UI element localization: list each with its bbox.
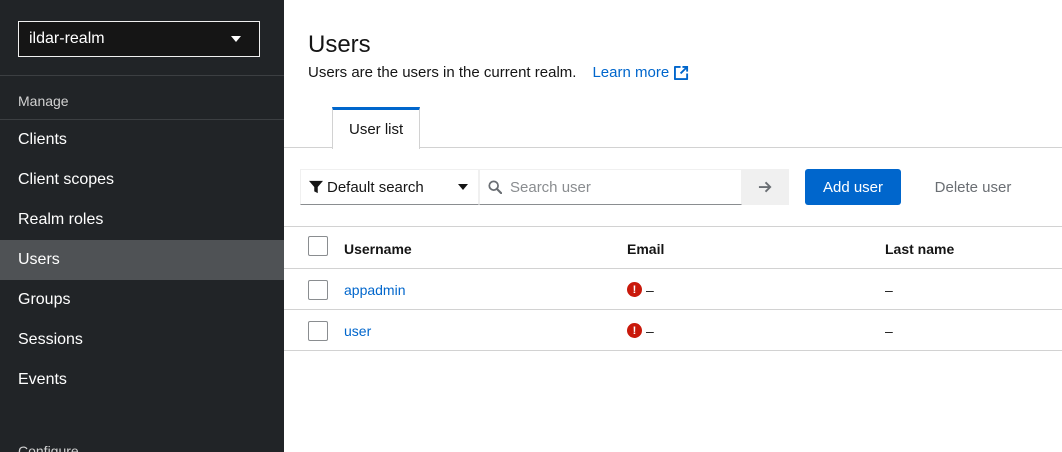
username-link[interactable]: user (344, 310, 371, 351)
column-header-last-name[interactable]: Last name (885, 227, 954, 271)
users-table: Username Email Last name appadmin ! – – … (284, 226, 1062, 351)
search-type-dropdown[interactable]: Default search (300, 169, 479, 205)
realm-name: ildar-realm (29, 30, 105, 47)
email-cell: ! – (627, 269, 654, 310)
caret-down-icon (458, 184, 468, 190)
page-title: Users (308, 31, 371, 58)
sidebar: ildar-realm Manage Clients Client scopes… (0, 0, 284, 452)
main-content: Users Users are the users in the current… (284, 0, 1062, 452)
column-header-username[interactable]: Username (344, 227, 412, 271)
last-name-cell: – (885, 322, 893, 339)
search-input[interactable] (510, 178, 730, 196)
table-row: user ! – – (284, 310, 1062, 351)
divider (0, 75, 284, 76)
sidebar-item-users[interactable]: Users (0, 240, 284, 280)
table-row: appadmin ! – – (284, 269, 1062, 310)
row-checkbox[interactable] (308, 321, 328, 341)
tabs: User list (284, 107, 1062, 149)
search-type-label: Default search (327, 178, 424, 196)
toolbar: Default search Add user Delete user (300, 169, 1060, 205)
column-header-email[interactable]: Email (627, 227, 664, 271)
nav-list: Clients Client scopes Realm roles Users … (0, 120, 284, 400)
email-cell: ! – (627, 310, 654, 351)
learn-more-link[interactable]: Learn more (592, 64, 689, 81)
select-all-checkbox[interactable] (308, 236, 328, 256)
exclamation-circle-icon: ! (627, 323, 642, 338)
username-link[interactable]: appadmin (344, 269, 406, 310)
page-description: Users are the users in the current realm… (308, 64, 689, 81)
last-name-cell: – (885, 281, 893, 298)
row-checkbox[interactable] (308, 280, 328, 300)
learn-more-label: Learn more (592, 64, 670, 81)
email-value: – (646, 281, 654, 298)
external-link-icon (674, 65, 689, 80)
sidebar-item-client-scopes[interactable]: Client scopes (0, 160, 284, 200)
filter-icon (309, 180, 323, 194)
sidebar-item-groups[interactable]: Groups (0, 280, 284, 320)
description-text: Users are the users in the current realm… (308, 64, 577, 81)
arrow-right-icon (758, 181, 772, 193)
caret-down-icon (231, 36, 241, 42)
tab-user-list[interactable]: User list (332, 107, 421, 149)
email-value: – (646, 322, 654, 339)
search-icon (488, 180, 502, 194)
sidebar-item-realm-roles[interactable]: Realm roles (0, 200, 284, 240)
sidebar-item-events[interactable]: Events (0, 360, 284, 400)
realm-selector[interactable]: ildar-realm (18, 21, 260, 57)
search-submit-button[interactable] (742, 169, 789, 205)
nav-section-manage: Manage (18, 93, 69, 109)
sidebar-item-clients[interactable]: Clients (0, 120, 284, 160)
delete-user-button[interactable]: Delete user (917, 169, 1029, 205)
nav-section-configure: Configure (18, 443, 79, 452)
exclamation-circle-icon: ! (627, 282, 642, 297)
sidebar-item-sessions[interactable]: Sessions (0, 320, 284, 360)
search-box (479, 169, 742, 205)
add-user-button[interactable]: Add user (805, 169, 901, 205)
table-header-row: Username Email Last name (284, 227, 1062, 269)
